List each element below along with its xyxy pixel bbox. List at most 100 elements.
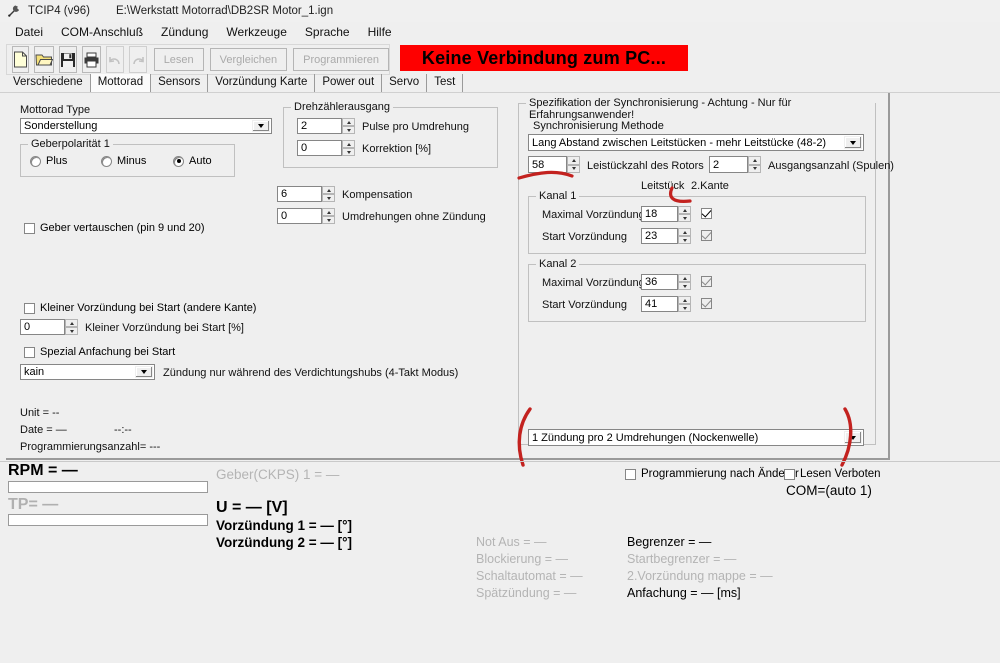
leitstueckzahl-value[interactable]: 58 bbox=[528, 156, 567, 173]
kanal1-max-vorzuendung-checkbox[interactable] bbox=[701, 208, 717, 219]
menu-item-com-anschluss[interactable]: COM-Anschluß bbox=[52, 25, 152, 39]
menu-item-datei[interactable]: Datei bbox=[6, 25, 52, 39]
spinner-buttons[interactable] bbox=[322, 208, 335, 224]
spinner-up-icon[interactable] bbox=[678, 228, 691, 236]
kanal2-start-vorzuendung-spinner[interactable]: 41 bbox=[641, 296, 691, 312]
spinner-down-icon[interactable] bbox=[678, 304, 691, 312]
tab-vorzuendung-karte[interactable]: Vorzündung Karte bbox=[208, 74, 316, 93]
kleiner-vorzuendung-kante-checkbox[interactable]: Kleiner Vorzündung bei Start (andere Kan… bbox=[24, 302, 256, 314]
new-file-icon[interactable] bbox=[12, 46, 29, 73]
spinner-down-icon[interactable] bbox=[678, 282, 691, 290]
programmierung-nach-aenderung-checkbox[interactable]: Programmierung nach Änderur bbox=[625, 468, 799, 480]
kanal1-group: Kanal 1 Maximal Vorzündung 18 Start Vorz… bbox=[528, 190, 866, 254]
kanal2-max-vorzuendung-value[interactable]: 36 bbox=[641, 274, 678, 290]
umdrehungen-ohne-zuendung-spinner[interactable]: 0 bbox=[277, 208, 335, 224]
spinner-down-icon[interactable] bbox=[65, 327, 78, 335]
vorzuendung1-readout: Vorzündung 1 = — [°] bbox=[216, 518, 353, 533]
motorrad-type-combo[interactable]: Sonderstellung bbox=[20, 118, 272, 134]
pulse-pro-umdrehung-value[interactable]: 2 bbox=[297, 118, 342, 134]
ausgangsanzahl-spinner[interactable]: 2 bbox=[709, 156, 761, 173]
tab-servo[interactable]: Servo bbox=[382, 74, 428, 93]
chevron-down-icon[interactable] bbox=[135, 366, 153, 378]
kanal1-max-vorzuendung-spinner[interactable]: 18 bbox=[641, 206, 691, 222]
spinner-up-icon[interactable] bbox=[678, 274, 691, 282]
spinner-down-icon[interactable] bbox=[342, 126, 355, 134]
save-disk-icon[interactable] bbox=[59, 46, 77, 73]
spinner-up-icon[interactable] bbox=[322, 186, 335, 194]
checkbox-icon bbox=[701, 298, 712, 309]
radio-minus[interactable]: Minus bbox=[101, 155, 146, 167]
spinner-buttons[interactable] bbox=[748, 156, 761, 173]
spinner-up-icon[interactable] bbox=[678, 296, 691, 304]
spaetzuendung-status: Spätzündung = — bbox=[476, 586, 577, 600]
spinner-up-icon[interactable] bbox=[678, 206, 691, 214]
tab-verschiedene[interactable]: Verschiedene bbox=[6, 74, 91, 93]
leitstueckzahl-spinner[interactable]: 58 bbox=[528, 156, 580, 173]
spinner-down-icon[interactable] bbox=[322, 194, 335, 202]
spinner-buttons[interactable] bbox=[678, 296, 691, 312]
kleiner-vorzuendung-percent-value[interactable]: 0 bbox=[20, 319, 65, 335]
print-icon[interactable] bbox=[82, 46, 101, 73]
spinner-buttons[interactable] bbox=[567, 156, 580, 173]
tab-test[interactable]: Test bbox=[427, 74, 464, 93]
ausgangsanzahl-value[interactable]: 2 bbox=[709, 156, 748, 173]
spinner-buttons[interactable] bbox=[678, 228, 691, 244]
radio-auto[interactable]: Auto bbox=[173, 155, 212, 167]
umdrehungen-ohne-zuendung-value[interactable]: 0 bbox=[277, 208, 322, 224]
open-folder-icon[interactable] bbox=[34, 46, 54, 73]
spinner-down-icon[interactable] bbox=[322, 216, 335, 224]
kanal1-max-vorzuendung-value[interactable]: 18 bbox=[641, 206, 678, 222]
menu-item-zuendung[interactable]: Zündung bbox=[152, 25, 217, 39]
spinner-down-icon[interactable] bbox=[678, 236, 691, 244]
spinner-up-icon[interactable] bbox=[567, 156, 580, 165]
spinner-buttons[interactable] bbox=[678, 206, 691, 222]
spinner-down-icon[interactable] bbox=[748, 164, 761, 173]
spinner-up-icon[interactable] bbox=[322, 208, 335, 216]
programmieren-button[interactable]: Programmieren bbox=[293, 48, 389, 71]
menu-item-sprache[interactable]: Sprache bbox=[296, 25, 359, 39]
zuendung-mode-combo[interactable]: 1 Zündung pro 2 Umdrehungen (Nockenwelle… bbox=[528, 429, 864, 446]
takt-modus-combo[interactable]: kain bbox=[20, 364, 155, 380]
spinner-buttons[interactable] bbox=[342, 140, 355, 156]
geber-vertauschen-checkbox[interactable]: Geber vertauschen (pin 9 und 20) bbox=[24, 222, 205, 234]
pulse-pro-umdrehung-spinner[interactable]: 2 bbox=[297, 118, 355, 134]
spinner-buttons[interactable] bbox=[322, 186, 335, 202]
tab-sensors[interactable]: Sensors bbox=[151, 74, 209, 93]
checkbox-icon bbox=[24, 222, 35, 234]
kompensation-spinner[interactable]: 6 bbox=[277, 186, 335, 202]
spinner-buttons[interactable] bbox=[678, 274, 691, 290]
lesen-button[interactable]: Lesen bbox=[153, 48, 204, 71]
spinner-down-icon[interactable] bbox=[678, 214, 691, 222]
menu-item-werkzeuge[interactable]: Werkzeuge bbox=[217, 25, 295, 39]
undo-icon bbox=[106, 46, 125, 73]
kanal2-max-vorzuendung-spinner[interactable]: 36 bbox=[641, 274, 691, 290]
chevron-down-icon[interactable] bbox=[844, 136, 862, 149]
time-info: --:-- bbox=[114, 424, 132, 436]
kanal1-start-vorzuendung-value[interactable]: 23 bbox=[641, 228, 678, 244]
kanal1-start-vorzuendung-spinner[interactable]: 23 bbox=[641, 228, 691, 244]
chevron-down-icon[interactable] bbox=[844, 431, 862, 444]
tab-mottorad[interactable]: Mottorad bbox=[90, 74, 152, 93]
spinner-down-icon[interactable] bbox=[342, 148, 355, 156]
motorrad-type-label: Mottorad Type bbox=[20, 104, 91, 116]
spinner-buttons[interactable] bbox=[342, 118, 355, 134]
kleiner-vorzuendung-percent-spinner[interactable]: 0 bbox=[20, 319, 78, 335]
korrektion-spinner[interactable]: 0 bbox=[297, 140, 355, 156]
korrektion-value[interactable]: 0 bbox=[297, 140, 342, 156]
kanal2-start-vorzuendung-value[interactable]: 41 bbox=[641, 296, 678, 312]
spezial-anfachung-checkbox[interactable]: Spezial Anfachung bei Start bbox=[24, 346, 175, 358]
menu-item-hilfe[interactable]: Hilfe bbox=[359, 25, 401, 39]
radio-plus[interactable]: Plus bbox=[30, 155, 67, 167]
spinner-buttons[interactable] bbox=[65, 319, 78, 335]
chevron-down-icon[interactable] bbox=[252, 120, 270, 132]
spinner-up-icon[interactable] bbox=[342, 140, 355, 148]
tab-power-out[interactable]: Power out bbox=[315, 74, 383, 93]
spinner-up-icon[interactable] bbox=[748, 156, 761, 165]
spinner-up-icon[interactable] bbox=[342, 118, 355, 126]
lesen-verboten-checkbox[interactable]: Lesen Verboten bbox=[784, 468, 881, 480]
spinner-down-icon[interactable] bbox=[567, 164, 580, 173]
spinner-up-icon[interactable] bbox=[65, 319, 78, 327]
vergleichen-button[interactable]: Vergleichen bbox=[209, 48, 288, 71]
kompensation-value[interactable]: 6 bbox=[277, 186, 322, 202]
sync-method-combo[interactable]: Lang Abstand zwischen Leitstücken - mehr… bbox=[528, 134, 864, 151]
